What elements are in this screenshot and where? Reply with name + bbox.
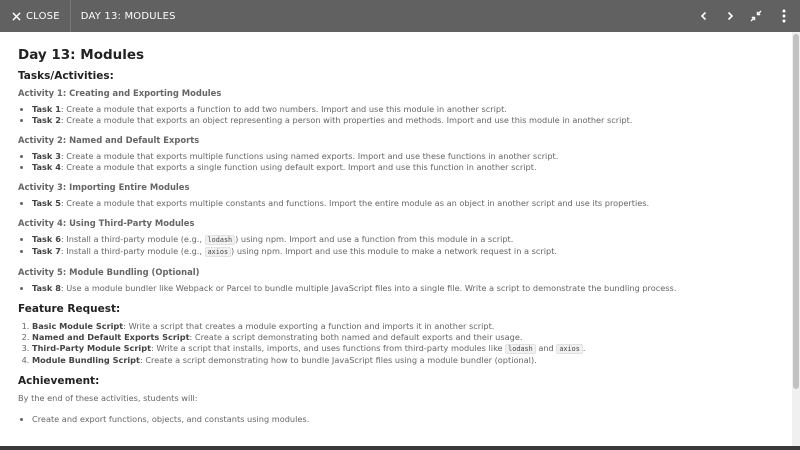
feature-text: . bbox=[582, 343, 586, 353]
task-label: Task 2 bbox=[32, 115, 61, 125]
list-item: Task 1: Create a module that exports a f… bbox=[32, 104, 774, 115]
list-item: Task 4: Create a module that exports a s… bbox=[32, 162, 774, 173]
task-text: Create a module that exports multiple fu… bbox=[66, 151, 559, 161]
task-text: Use a module bundler like Webpack or Par… bbox=[66, 283, 677, 293]
close-button[interactable]: CLOSE bbox=[0, 0, 70, 32]
vertical-scrollbar[interactable] bbox=[792, 32, 800, 446]
list-item: Create and export functions, objects, an… bbox=[32, 414, 774, 425]
achievement-intro: By the end of these activities, students… bbox=[18, 393, 198, 403]
chevron-left-icon bbox=[700, 11, 707, 21]
activity-heading: Activity 1: Creating and Exporting Modul… bbox=[18, 88, 222, 98]
list-item: Task 7: Install a third-party module (e.… bbox=[32, 246, 774, 258]
feature-label: Basic Module Script bbox=[32, 321, 124, 331]
inline-code: axios bbox=[556, 344, 583, 354]
list-item: Task 6: Install a third-party module (e.… bbox=[32, 234, 774, 246]
document-title: DAY 13: MODULES bbox=[80, 10, 176, 22]
achievement-heading: Achievement: bbox=[18, 375, 100, 387]
task-label: Task 4 bbox=[32, 162, 61, 172]
task-label: Task 8 bbox=[32, 283, 61, 293]
list-item: Module Bundling Script: Create a script … bbox=[32, 355, 774, 366]
list-item: Named and Default Exports Script: Create… bbox=[32, 332, 774, 343]
feature-label: Named and Default Exports Script bbox=[32, 332, 190, 342]
task-list: Task 3: Create a module that exports mul… bbox=[18, 151, 774, 173]
viewer-toolbar: CLOSE DAY 13: MODULES bbox=[0, 0, 800, 32]
activity-heading: Activity 4: Using Third-Party Modules bbox=[18, 218, 195, 228]
page-title: Day 13: Modules bbox=[18, 47, 145, 63]
task-text: Create a module that exports a function … bbox=[66, 104, 507, 114]
list-item: Task 2: Create a module that exports an … bbox=[32, 115, 774, 126]
task-label: Task 6 bbox=[32, 234, 61, 244]
close-icon bbox=[12, 11, 21, 21]
activity-heading: Activity 2: Named and Default Exports bbox=[18, 135, 200, 145]
task-label: Task 3 bbox=[32, 151, 61, 161]
task-list: Task 8: Use a module bundler like Webpac… bbox=[18, 283, 774, 294]
task-text: Install a third-party module (e.g., bbox=[66, 234, 205, 244]
feature-text: Create a script demonstrating how to bun… bbox=[145, 355, 537, 365]
chevron-right-icon bbox=[727, 11, 734, 21]
previous-button[interactable] bbox=[691, 0, 717, 32]
list-item: Task 8: Use a module bundler like Webpac… bbox=[32, 283, 774, 294]
task-text: Create a module that exports multiple co… bbox=[66, 198, 650, 208]
task-text: ) using npm. Import and use this module … bbox=[231, 246, 558, 256]
bottom-edge bbox=[0, 446, 800, 450]
list-item: Third-Party Module Script: Write a scrip… bbox=[32, 343, 774, 355]
task-list: Task 5: Create a module that exports mul… bbox=[18, 198, 774, 209]
task-text: Create a module that exports a single fu… bbox=[66, 162, 537, 172]
task-label: Task 7 bbox=[32, 246, 61, 256]
inline-code: axios bbox=[204, 247, 232, 257]
task-list: Task 1: Create a module that exports a f… bbox=[18, 104, 774, 126]
feature-text: Write a script that installs, imports, a… bbox=[156, 343, 506, 353]
task-text: Install a third-party module (e.g., bbox=[66, 246, 205, 256]
close-label: CLOSE bbox=[26, 10, 60, 22]
task-text: ) using npm. Import and use a function f… bbox=[235, 234, 514, 244]
feature-label: Module Bundling Script bbox=[32, 355, 140, 365]
more-options-button[interactable] bbox=[769, 0, 799, 32]
feature-text: and bbox=[535, 343, 557, 353]
collapse-icon bbox=[750, 10, 762, 22]
inline-code: lodash bbox=[505, 344, 536, 354]
next-button[interactable] bbox=[717, 0, 743, 32]
more-vertical-icon bbox=[782, 9, 786, 23]
task-list: Task 6: Install a third-party module (e.… bbox=[18, 234, 774, 258]
list-item: Basic Module Script: Write a script that… bbox=[32, 321, 774, 332]
document-content: Day 13: Modules Tasks/Activities: Activi… bbox=[0, 32, 792, 446]
task-label: Task 5 bbox=[32, 198, 61, 208]
feature-label: Third-Party Module Script bbox=[32, 343, 152, 353]
activity-heading: Activity 3: Importing Entire Modules bbox=[18, 182, 190, 192]
inline-code: lodash bbox=[204, 235, 236, 245]
list-item: Task 3: Create a module that exports mul… bbox=[32, 151, 774, 162]
feature-text: Write a script that creates a module exp… bbox=[128, 321, 495, 331]
list-item: Task 5: Create a module that exports mul… bbox=[32, 198, 774, 209]
task-label: Task 1 bbox=[32, 104, 61, 114]
achievement-list: Create and export functions, objects, an… bbox=[18, 414, 774, 425]
tasks-heading: Tasks/Activities: bbox=[18, 70, 114, 82]
task-text: Create a module that exports an object r… bbox=[66, 115, 633, 125]
scrollbar-thumb[interactable] bbox=[793, 34, 799, 389]
feature-text: Create a script demonstrating both named… bbox=[194, 332, 523, 342]
activity-heading: Activity 5: Module Bundling (Optional) bbox=[18, 267, 200, 277]
exit-fullscreen-button[interactable] bbox=[743, 0, 769, 32]
feature-request-heading: Feature Request: bbox=[18, 303, 121, 315]
feature-list: Basic Module Script: Write a script that… bbox=[18, 321, 774, 366]
